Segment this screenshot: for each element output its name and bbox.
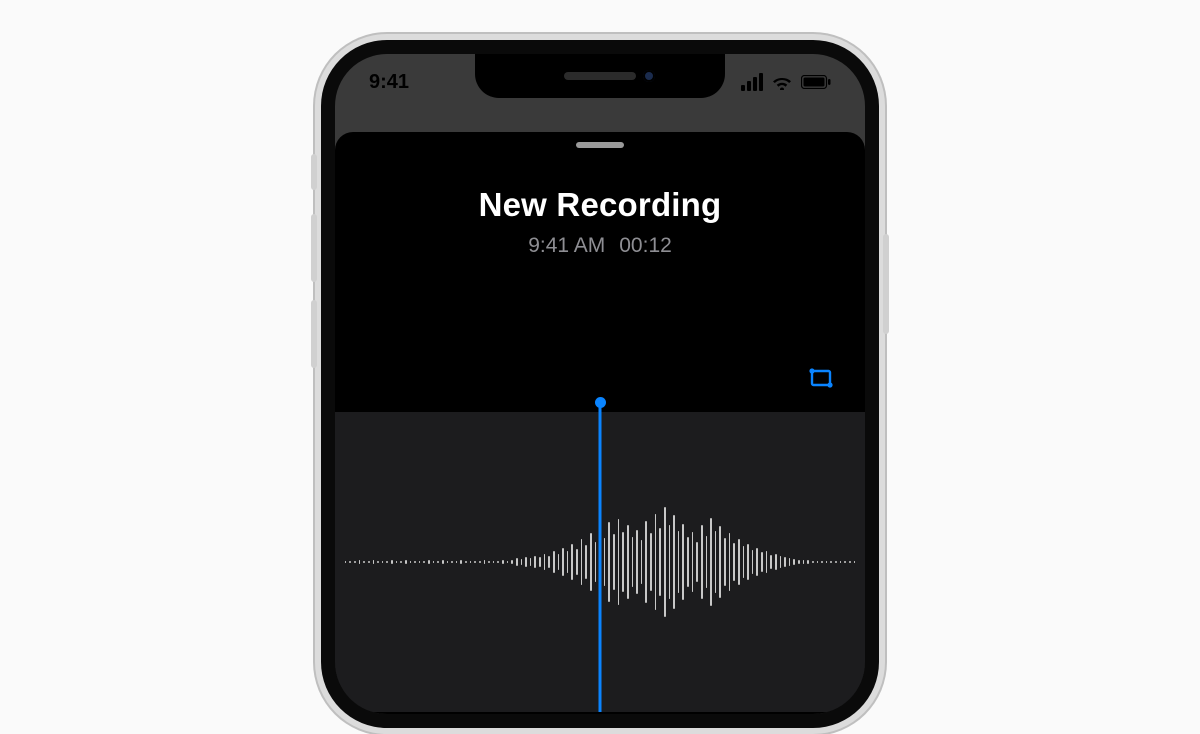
wifi-icon	[771, 74, 793, 90]
earpiece-speaker	[564, 72, 636, 80]
status-time: 9:41	[369, 71, 409, 94]
recording-time-label: 9:41 AM	[528, 234, 605, 258]
battery-icon	[801, 75, 831, 89]
recording-sheet: New Recording 9:41 AM 00:12	[335, 132, 865, 714]
volume-up-button	[311, 214, 317, 282]
phone-bezel: 9:41 New Recording	[321, 40, 879, 728]
recording-duration: 00:12	[619, 234, 672, 258]
front-camera	[643, 70, 655, 82]
phone-frame: 9:41 New Recording	[315, 34, 885, 734]
playhead[interactable]	[599, 402, 602, 712]
waveform-area[interactable]	[335, 412, 865, 712]
volume-down-button	[311, 300, 317, 368]
cellular-signal-icon	[741, 73, 763, 91]
screen: 9:41 New Recording	[335, 54, 865, 714]
mute-switch	[311, 154, 317, 190]
notch	[475, 54, 725, 98]
recording-title[interactable]: New Recording	[335, 186, 865, 224]
sheet-grabber[interactable]	[576, 142, 624, 148]
trim-button[interactable]	[807, 364, 837, 394]
side-button	[883, 234, 889, 334]
